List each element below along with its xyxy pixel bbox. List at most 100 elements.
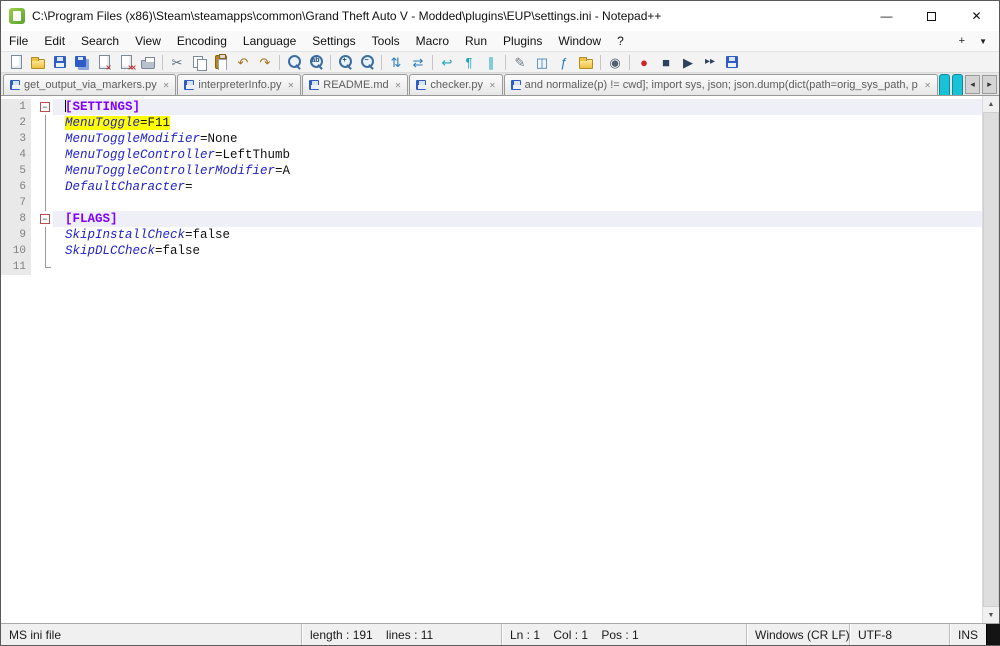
close-all-icon-button[interactable] [115, 52, 137, 72]
code-line-2[interactable]: 2MenuToggle=F11 [1, 115, 982, 131]
tab-stub-1[interactable] [939, 74, 950, 95]
scrollbar-thumb[interactable] [983, 112, 999, 607]
resize-grip[interactable] [986, 624, 1000, 645]
status-encoding[interactable]: UTF-8 [849, 624, 949, 645]
status-length-lines: length : 191 lines : 11 [301, 624, 501, 645]
code-line-5[interactable]: 5MenuToggleControllerModifier=A [1, 163, 982, 179]
tab-dropdown-button[interactable]: ▼ [979, 37, 987, 46]
tab-close-icon[interactable]: ✕ [395, 81, 402, 90]
new-file-icon-button[interactable] [5, 52, 27, 72]
minimize-button[interactable]: — [864, 1, 909, 31]
line-number: 10 [1, 243, 31, 259]
macro-record-icon: ● [640, 56, 648, 69]
menu-run[interactable]: Run [457, 32, 495, 50]
line-number: 6 [1, 179, 31, 195]
menu-tools[interactable]: Tools [364, 32, 408, 50]
status-eol-format[interactable]: Windows (CR LF) [746, 624, 849, 645]
copy-icon-button[interactable] [188, 52, 210, 72]
fold-margin[interactable]: − [39, 99, 53, 115]
bookmark-margin [31, 259, 39, 275]
indent-guide-icon-button[interactable]: ∥ [480, 52, 502, 72]
tab-label: interpreterInfo.py [198, 79, 281, 91]
tab-close-icon[interactable]: ✕ [489, 81, 496, 90]
code-line-1[interactable]: 1−[SETTINGS] [1, 99, 982, 115]
tab-scroll-right-button[interactable]: ▸ [982, 75, 997, 94]
find-icon-button[interactable] [283, 52, 305, 72]
menu-search[interactable]: Search [73, 32, 127, 50]
word-wrap-icon-button[interactable]: ↩ [436, 52, 458, 72]
define-language-icon-button[interactable]: ✎ [509, 52, 531, 72]
function-list-icon-button[interactable]: ƒ [553, 52, 575, 72]
tab-close-icon[interactable]: ✕ [288, 81, 295, 90]
zoom-out-icon-button[interactable]: − [356, 52, 378, 72]
new-file-icon [11, 55, 22, 69]
document-map-icon-button[interactable]: ◫ [531, 52, 553, 72]
menu-file[interactable]: File [1, 32, 36, 50]
paste-icon-button[interactable] [210, 52, 232, 72]
menu-edit[interactable]: Edit [36, 32, 73, 50]
code-line-9[interactable]: 9SkipInstallCheck=false [1, 227, 982, 243]
menu-help[interactable]: ? [609, 32, 632, 50]
replace-icon-button[interactable]: ab [305, 52, 327, 72]
fold-collapse-icon[interactable]: − [40, 102, 50, 112]
menu-plugins[interactable]: Plugins [495, 32, 550, 50]
code-line-3[interactable]: 3MenuToggleModifier=None [1, 131, 982, 147]
code-line-7[interactable]: 7 [1, 195, 982, 211]
folder-as-workspace-icon-button[interactable] [575, 52, 597, 72]
open-file-icon-button[interactable] [27, 52, 49, 72]
code-line-4[interactable]: 4MenuToggleController=LeftThumb [1, 147, 982, 163]
close-button[interactable]: ✕ [954, 1, 999, 31]
tab-5[interactable]: and normalize(p) != cwd]; import sys, js… [504, 74, 938, 95]
close-file-icon-button[interactable] [93, 52, 115, 72]
menu-view[interactable]: View [127, 32, 169, 50]
redo-icon-button[interactable]: ↷ [254, 52, 276, 72]
status-insert-mode[interactable]: INS [949, 624, 986, 645]
undo-icon-button[interactable]: ↶ [232, 52, 254, 72]
scroll-down-icon[interactable]: ▼ [983, 607, 999, 623]
tab-close-icon[interactable]: ✕ [924, 81, 931, 90]
tab-stub-2[interactable] [952, 74, 963, 95]
save-all-icon-button[interactable] [71, 52, 93, 72]
tab-scroll-left-button[interactable]: ◂ [965, 75, 980, 94]
code-line-10[interactable]: 10SkipDLCCheck=false [1, 243, 982, 259]
tab-close-icon[interactable]: ✕ [163, 81, 170, 90]
macro-play-icon-button[interactable]: ▶ [677, 52, 699, 72]
macro-record-icon-button[interactable]: ● [633, 52, 655, 72]
maximize-button[interactable] [909, 1, 954, 31]
sync-vertical-scroll-icon-button[interactable]: ⇅ [385, 52, 407, 72]
code-area[interactable]: 1−[SETTINGS]2MenuToggle=F113MenuToggleMo… [1, 96, 982, 623]
fold-margin[interactable]: − [39, 211, 53, 227]
fold-collapse-icon[interactable]: − [40, 214, 50, 224]
title-bar[interactable]: C:\Program Files (x86)\Steam\steamapps\c… [1, 1, 999, 31]
macro-save-icon-button[interactable] [721, 52, 743, 72]
macro-save-icon [726, 56, 738, 68]
save-icon-button[interactable] [49, 52, 71, 72]
menu-settings[interactable]: Settings [304, 32, 363, 50]
code-line-8[interactable]: 8−[FLAGS] [1, 211, 982, 227]
notepad-plus-plus-app-icon [9, 8, 25, 24]
new-tab-button[interactable]: + [959, 35, 965, 47]
code-text: MenuToggleControllerModifier=A [53, 163, 982, 179]
code-segment: MenuToggleController [65, 148, 215, 162]
code-line-6[interactable]: 6DefaultCharacter= [1, 179, 982, 195]
menu-encoding[interactable]: Encoding [169, 32, 235, 50]
vertical-scrollbar[interactable]: ▲ ▼ [982, 96, 999, 623]
menu-window[interactable]: Window [550, 32, 609, 50]
zoom-in-icon-button[interactable]: + [334, 52, 356, 72]
macro-run-multiple-icon-button[interactable]: ▸▸ [699, 52, 721, 72]
cut-icon-button[interactable]: ✂ [166, 52, 188, 72]
tab-label: checker.py [430, 79, 483, 91]
tab-2[interactable]: interpreterInfo.py ✕ [177, 74, 301, 95]
code-line-11[interactable]: 11 [1, 259, 982, 275]
monitoring-icon-button[interactable]: ◉ [604, 52, 626, 72]
menu-language[interactable]: Language [235, 32, 304, 50]
sync-horizontal-scroll-icon-button[interactable]: ⇄ [407, 52, 429, 72]
print-icon-button[interactable] [137, 52, 159, 72]
tab-1[interactable]: get_output_via_markers.py✕ [3, 74, 176, 95]
menu-macro[interactable]: Macro [408, 32, 457, 50]
tab-4[interactable]: checker.py ✕ [409, 74, 502, 95]
tab-3[interactable]: README.md✕ [302, 74, 408, 95]
macro-stop-icon-button[interactable]: ■ [655, 52, 677, 72]
scroll-up-icon[interactable]: ▲ [983, 96, 999, 112]
show-all-characters-icon-button[interactable]: ¶ [458, 52, 480, 72]
